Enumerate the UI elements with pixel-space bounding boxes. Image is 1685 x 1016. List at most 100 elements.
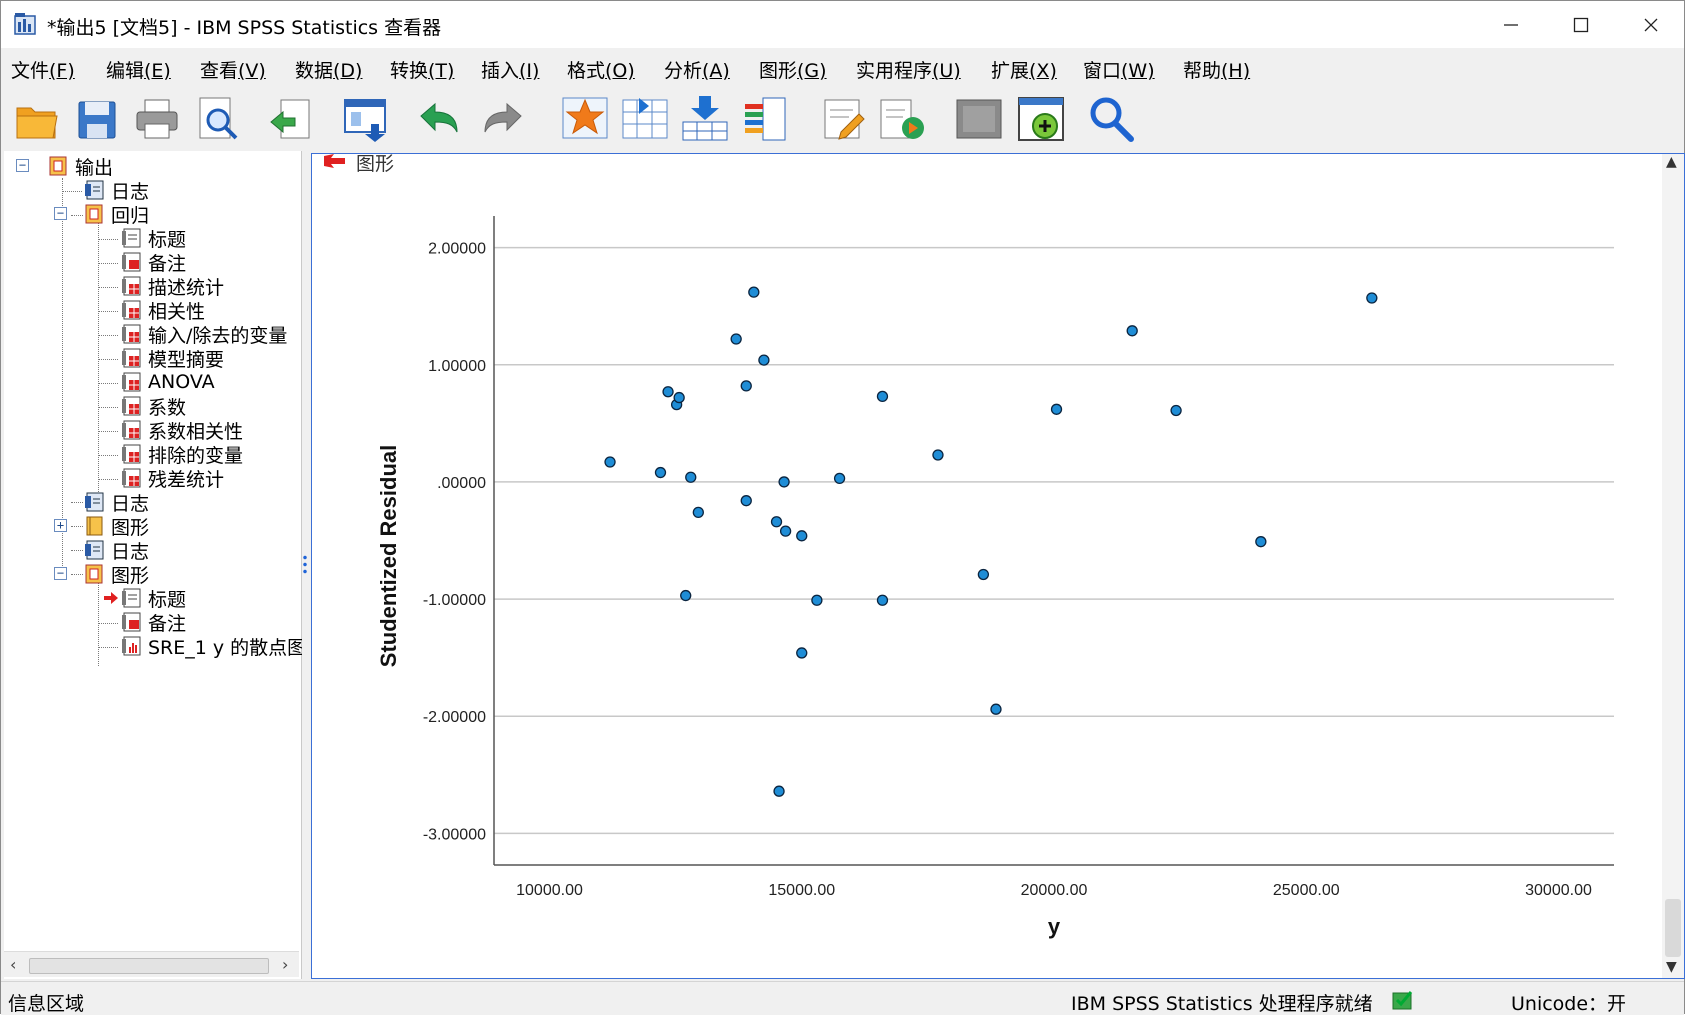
scroll-right-icon[interactable]: › [282, 955, 288, 974]
scatter-point[interactable] [1170, 404, 1182, 417]
scatter-point[interactable] [779, 525, 792, 537]
maximize-button[interactable] [1546, 1, 1616, 48]
scatter-point[interactable] [740, 495, 752, 507]
tree-node-notes[interactable]: 备注 [121, 610, 186, 635]
menu-file[interactable]: 文件(F) [11, 56, 75, 83]
show-hide-icon[interactable] [955, 94, 1003, 144]
scatter-point[interactable] [796, 647, 808, 659]
tree-node-notes[interactable]: 备注 [121, 250, 186, 275]
tree-node-graph[interactable]: 图形 [84, 514, 149, 539]
tree-collapse-toggle[interactable]: − [16, 159, 29, 172]
scatter-point[interactable] [1050, 403, 1063, 415]
tree-node-correlations[interactable]: 相关性 [121, 298, 205, 323]
scroll-up-icon[interactable]: ▲ [1666, 154, 1677, 170]
menu-edit[interactable]: 编辑(E) [106, 56, 171, 83]
scatter-point[interactable] [604, 456, 616, 468]
tree-node-coefficients[interactable]: 系数 [121, 394, 186, 419]
scatter-point[interactable] [1366, 292, 1378, 304]
scatter-point[interactable] [876, 390, 889, 403]
menu-extensions[interactable]: 扩展(X) [991, 56, 1057, 83]
save-icon[interactable] [73, 94, 121, 144]
goto-case-icon[interactable] [561, 94, 609, 144]
menu-analyze[interactable]: 分析(A) [664, 56, 730, 83]
tree-node-label: 回归 [111, 204, 150, 227]
print-icon[interactable] [133, 94, 181, 144]
scatter-point[interactable] [990, 703, 1002, 715]
recall-dialog-icon[interactable] [341, 94, 389, 144]
scatter-point[interactable] [778, 476, 790, 488]
tree-node-descriptives[interactable]: 描述统计 [121, 274, 224, 299]
scatter-point[interactable] [1255, 536, 1267, 548]
print-preview-icon[interactable] [194, 94, 242, 144]
tree-collapse-toggle[interactable]: − [54, 207, 67, 220]
tree-expand-toggle[interactable]: + [54, 519, 67, 532]
tree-node-coefficient-correlations[interactable]: 系数相关性 [121, 418, 243, 443]
scatter-point[interactable] [796, 530, 808, 542]
menu-window[interactable]: 窗口(W) [1083, 56, 1155, 83]
scatter-point[interactable] [654, 466, 667, 479]
search-icon[interactable] [1087, 94, 1135, 144]
tree-node-scatterplot[interactable]: SRE_1 y 的散点图 [121, 634, 306, 659]
content-vertical-scrollbar[interactable]: ▲ ▼ [1662, 154, 1684, 978]
scatter-point[interactable] [692, 506, 704, 519]
scatter-point[interactable] [662, 386, 674, 398]
scroll-down-icon[interactable]: ▼ [1666, 959, 1677, 975]
scrollbar-thumb[interactable] [1665, 899, 1681, 957]
tree-collapse-toggle[interactable]: − [54, 567, 67, 580]
tree-connector [71, 502, 83, 503]
scroll-left-icon[interactable]: ‹ [10, 955, 16, 974]
scatter-point[interactable] [833, 472, 846, 485]
scatter-point[interactable] [673, 391, 685, 404]
export-icon[interactable] [267, 94, 315, 144]
tree-node-log[interactable]: 日志 [84, 490, 149, 515]
designate-window-icon[interactable] [819, 94, 867, 144]
tree-node-model-summary[interactable]: 模型摘要 [121, 346, 224, 371]
menu-graphs[interactable]: 图形(G) [759, 56, 827, 83]
insert-output-icon[interactable] [877, 94, 925, 144]
select-cases-icon[interactable] [681, 94, 729, 144]
tree-node-graph[interactable]: 图形 [84, 562, 149, 587]
menu-help[interactable]: 帮助(H) [1183, 56, 1250, 83]
scrollbar-thumb[interactable] [29, 958, 269, 974]
pane-splitter[interactable] [302, 151, 309, 979]
close-button[interactable] [1616, 1, 1685, 48]
scatter-point[interactable] [680, 589, 692, 602]
scatter-point[interactable] [740, 380, 752, 392]
scatter-point[interactable] [977, 568, 990, 581]
scatter-point[interactable] [685, 471, 697, 483]
insert-chart-icon[interactable] [1017, 94, 1065, 144]
redo-icon[interactable] [481, 94, 529, 144]
scatterplot-chart[interactable]: 2.00000 1.00000 .00000 -1.00000 -2.00000 -3.0… [312, 154, 1662, 978]
scatter-point[interactable] [748, 286, 760, 298]
tree-node-title[interactable]: 标题 [121, 226, 186, 251]
menu-transform[interactable]: 转换(T) [390, 56, 454, 83]
tree-node-title[interactable]: 标题 [121, 586, 186, 611]
tree-node-excluded-variables[interactable]: 排除的变量 [121, 442, 243, 467]
scatter-point[interactable] [1126, 325, 1138, 337]
menu-data[interactable]: 数据(D) [295, 56, 362, 83]
scatter-point[interactable] [932, 449, 944, 461]
tree-node-anova[interactable]: ANOVA [121, 370, 215, 394]
menu-view[interactable]: 查看(V) [200, 56, 266, 83]
open-folder-icon[interactable] [13, 94, 61, 144]
tree-node-regression[interactable]: 回归 [84, 202, 150, 227]
variables-icon[interactable] [741, 94, 789, 144]
tree-horizontal-scrollbar[interactable]: ‹ › [4, 951, 299, 977]
minimize-button[interactable] [1476, 1, 1546, 48]
goto-variable-icon[interactable] [621, 94, 669, 144]
tree-node-output[interactable]: 输出 [48, 154, 113, 179]
tree-node-variables-entered[interactable]: 输入/除去的变量 [121, 322, 287, 347]
scatter-point[interactable] [773, 785, 785, 797]
scatter-point[interactable] [770, 516, 783, 528]
tree-node-residual-statistics[interactable]: 残差统计 [121, 466, 224, 491]
scatter-point[interactable] [758, 354, 770, 366]
menu-utilities[interactable]: 实用程序(U) [856, 56, 961, 83]
scatter-point[interactable] [876, 594, 889, 606]
menu-format[interactable]: 格式(O) [567, 56, 635, 83]
undo-icon[interactable] [413, 94, 461, 144]
scatter-point[interactable] [811, 594, 823, 606]
tree-node-log[interactable]: 日志 [84, 538, 149, 563]
tree-node-log[interactable]: 日志 [84, 178, 149, 203]
menu-insert[interactable]: 插入(I) [481, 56, 539, 83]
scatter-point[interactable] [730, 333, 742, 345]
